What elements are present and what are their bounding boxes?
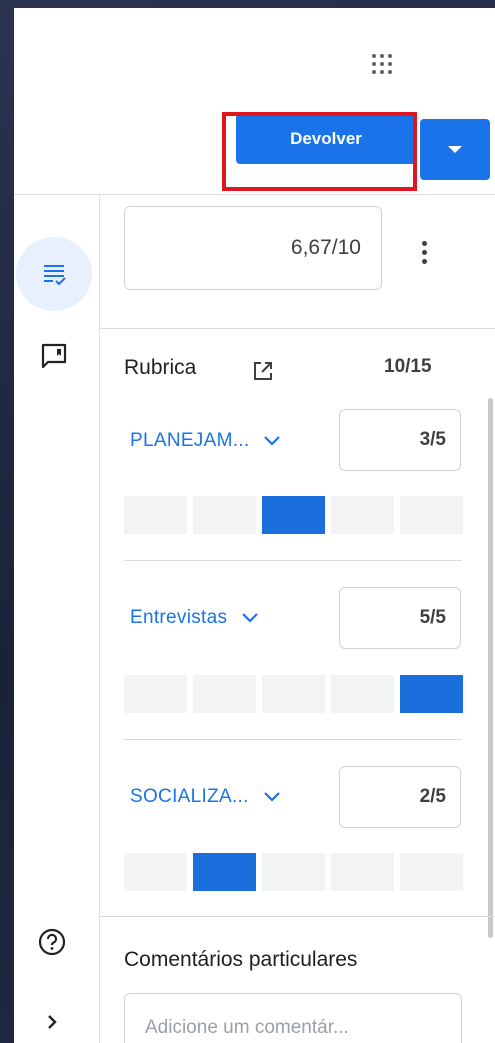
- chevron-down-icon: [263, 792, 280, 802]
- scrollbar[interactable]: [488, 398, 493, 938]
- rubric-level[interactable]: [124, 675, 187, 713]
- rubric-level[interactable]: [400, 853, 463, 891]
- rubric-level-selected[interactable]: [400, 675, 463, 713]
- rubric-level[interactable]: [331, 853, 394, 891]
- private-comment-input[interactable]: [124, 993, 462, 1043]
- open-in-new-icon[interactable]: [252, 360, 274, 382]
- criterion-score-field[interactable]: 3/5: [339, 409, 461, 471]
- tab-grading[interactable]: [16, 237, 92, 311]
- criterion-score-field[interactable]: 2/5: [339, 766, 461, 828]
- grade-field[interactable]: 6,67/10: [124, 206, 382, 290]
- criterion-name: Entrevistas: [130, 607, 228, 628]
- tab-comments[interactable]: [32, 334, 76, 378]
- chevron-down-icon: [264, 436, 281, 446]
- criterion-toggle[interactable]: PLANEJAM...: [130, 426, 281, 456]
- more-options-button[interactable]: [410, 232, 438, 272]
- level-selector: [124, 675, 463, 713]
- comment-icon: [41, 343, 67, 369]
- rubric-level[interactable]: [124, 853, 187, 891]
- criterion-score-field[interactable]: 5/5: [339, 587, 461, 649]
- rubric-total-score: 10/15: [384, 356, 432, 377]
- divider: [124, 560, 462, 561]
- rubric-level[interactable]: [193, 675, 256, 713]
- rubric-level-selected[interactable]: [193, 853, 256, 891]
- criterion-toggle[interactable]: Entrevistas: [130, 603, 259, 633]
- rubric-level[interactable]: [400, 496, 463, 534]
- grading-list-icon: [44, 265, 66, 286]
- return-options-button[interactable]: [420, 119, 490, 180]
- criterion-name: PLANEJAM...: [130, 430, 250, 451]
- grading-panel: Devolver 6,67/10 Rubrica 10/15 PLANEJAM.…: [14, 8, 495, 1043]
- level-selector: [124, 496, 463, 534]
- rubric-level-selected[interactable]: [262, 496, 325, 534]
- expand-button[interactable]: [30, 1000, 74, 1043]
- private-comments-title: Comentários particulares: [124, 948, 358, 971]
- help-button[interactable]: [30, 920, 74, 964]
- rubric-level[interactable]: [262, 675, 325, 713]
- rubric-level[interactable]: [124, 496, 187, 534]
- rubric-title: Rubrica: [124, 356, 197, 379]
- criterion-toggle[interactable]: SOCIALIZA...: [130, 782, 281, 812]
- apps-grid-icon[interactable]: [370, 52, 396, 78]
- level-selector: [124, 853, 463, 891]
- chevron-down-icon: [242, 613, 259, 623]
- help-icon: [38, 928, 66, 956]
- header-divider: [14, 194, 495, 195]
- divider: [124, 739, 462, 740]
- chevron-right-icon: [48, 1015, 57, 1029]
- caret-down-icon: [448, 146, 462, 153]
- rubric-level[interactable]: [331, 496, 394, 534]
- rubric-level[interactable]: [262, 853, 325, 891]
- rubric-level[interactable]: [193, 496, 256, 534]
- divider: [100, 328, 495, 329]
- rubric-level[interactable]: [331, 675, 394, 713]
- divider: [100, 916, 495, 917]
- criterion-name: SOCIALIZA...: [130, 786, 249, 807]
- return-button[interactable]: Devolver: [236, 114, 416, 164]
